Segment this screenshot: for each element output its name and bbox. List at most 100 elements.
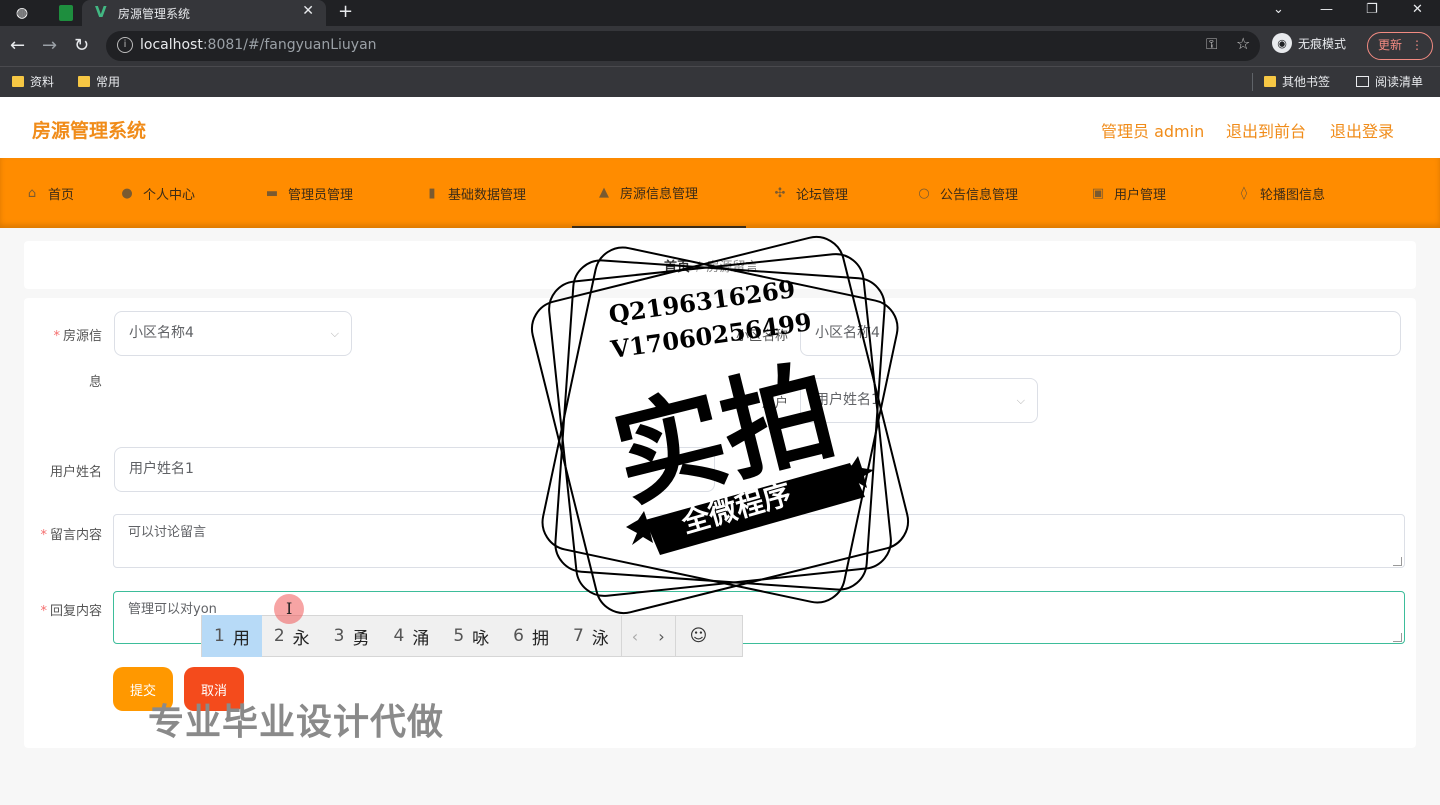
back-icon[interactable]: ← (10, 35, 25, 56)
url-text[interactable]: localhost:8081/#/fangyuanLiuyan (140, 37, 377, 53)
nav-item-notice[interactable]: ○ 公告信息管理 (916, 158, 1018, 228)
ime-candidate-char: 涌 (412, 628, 430, 649)
nav-label: 轮播图信息 (1260, 187, 1326, 203)
main-nav: ⌂ 首页 ● 个人中心 ▬ 管理员管理 ▮ 基础数据管理 ▲ 房源信息管理 ✣ … (0, 158, 1440, 228)
restore-icon[interactable]: ❐ (1366, 2, 1378, 17)
vue-logo-icon: V (95, 3, 107, 21)
user-name-label: 用户姓名 (49, 465, 102, 480)
menu-dots-icon: ⋮ (1411, 38, 1423, 52)
tab-search-chevron-icon[interactable]: ⌄ (1273, 2, 1284, 17)
nav-label: 管理员管理 (288, 187, 354, 203)
ime-candidate-number: 2 (273, 626, 285, 646)
ime-next-icon[interactable]: › (648, 627, 674, 646)
ime-candidate-char: 永 (292, 628, 310, 649)
label-text: 回复内容 (49, 604, 102, 619)
update-button[interactable]: 更新 ⋮ (1367, 32, 1433, 60)
bookmark-other[interactable]: 其他书签 (1264, 73, 1330, 90)
incognito-label: 无痕模式 (1298, 36, 1347, 51)
ime-candidate-number: 1 (214, 626, 225, 646)
logout-link[interactable]: 退出登录 (1330, 118, 1394, 142)
nav-item-basic-data[interactable]: ▮ 基础数据管理 (424, 158, 526, 228)
tab-title: 房源管理系统 (118, 7, 191, 21)
nav-label: 房源信息管理 (620, 186, 699, 202)
admin-link[interactable]: 管理员 admin (1101, 118, 1204, 142)
resize-handle-icon[interactable] (1393, 557, 1402, 566)
url-host: localhost (140, 37, 203, 53)
ime-candidate-char: 拥 (531, 628, 549, 649)
bar-icon: ▮ (428, 185, 436, 201)
house-info-label-wrap: 息 (88, 375, 102, 390)
nav-label: 公告信息管理 (940, 187, 1019, 203)
sheets-tab-icon[interactable] (56, 3, 76, 23)
nav-item-home[interactable]: ⌂ 首页 (24, 158, 74, 228)
address-bar[interactable]: i localhost:8081/#/fangyuanLiuyan ⚿ ☆ (106, 31, 1260, 61)
bottom-watermark: 专业毕业设计代做 (148, 702, 445, 743)
reading-list-icon (1356, 76, 1369, 87)
ime-candidate-char: 勇 (352, 628, 370, 649)
nav-item-users[interactable]: ▣ 用户管理 (1090, 158, 1166, 228)
folder-icon (78, 76, 90, 87)
folder-icon (1264, 76, 1276, 87)
incognito-indicator[interactable]: ◉ 无痕模式 (1272, 33, 1346, 53)
app-title: 房源管理系统 (32, 120, 147, 142)
nav-label: 基础数据管理 (448, 187, 527, 203)
update-label: 更新 (1378, 38, 1403, 52)
resize-handle-icon[interactable] (1393, 633, 1402, 642)
reading-list-label: 阅读清单 (1375, 75, 1424, 89)
reply-content-label: * 回复内容 (40, 604, 102, 619)
message-content-value: 可以讨论留言 (128, 525, 207, 540)
ime-candidate[interactable]: 1用 (202, 615, 262, 657)
ime-candidate-number: 3 (333, 626, 345, 646)
active-tab[interactable]: V 房源管理系统 ✕ (82, 0, 326, 26)
bookmark-changyong[interactable]: 常用 (78, 73, 120, 90)
minimize-icon[interactable]: — (1320, 2, 1333, 17)
nav-label: 用户管理 (1114, 187, 1167, 203)
bookmark-label: 其他书签 (1282, 75, 1331, 89)
chevron-down-icon: ⌵ (330, 327, 339, 340)
pin-icon: ◊ (1240, 185, 1248, 201)
url-path: :8081/#/fangyuanLiuyan (202, 37, 377, 53)
app-header: 房源管理系统 管理员 admin 退出到前台 退出登录 (0, 97, 1440, 158)
nav-item-admin[interactable]: ▬ 管理员管理 (264, 158, 353, 228)
house-info-select-value: 小区名称4 (129, 325, 194, 341)
ime-candidate-number: 4 (393, 626, 405, 646)
nav-label: 个人中心 (143, 187, 196, 203)
ime-candidate-char: 咏 (472, 628, 490, 649)
browser-tab-bar: ◍ V 房源管理系统 ✕ + ⌄ — ❐ ✕ (0, 0, 1440, 26)
key-icon[interactable]: ⚿ (1206, 35, 1217, 53)
ime-candidate[interactable]: 4涌 (381, 615, 441, 657)
house-info-select[interactable]: 小区名称4 ⌵ (114, 311, 352, 356)
incognito-icon: ◉ (1272, 33, 1292, 53)
site-info-icon[interactable]: i (117, 37, 133, 53)
bookmark-star-icon[interactable]: ☆ (1236, 34, 1250, 53)
forward-icon[interactable]: → (42, 35, 57, 56)
reading-list[interactable]: 阅读清单 (1356, 73, 1423, 90)
ime-candidate-number: 5 (453, 626, 465, 646)
ime-candidate-number: 6 (513, 626, 524, 646)
bookmark-label: 常用 (96, 75, 121, 89)
ime-candidate[interactable]: 5咏 (441, 615, 501, 657)
globe-icon[interactable]: ◍ (12, 3, 32, 23)
reload-icon[interactable]: ↻ (74, 35, 89, 56)
text-cursor-icon: I (286, 599, 293, 618)
user-name-value: 用户姓名1 (129, 461, 194, 477)
chevron-down-icon: ⌵ (1016, 394, 1025, 407)
circle-icon: ○ (918, 185, 930, 201)
nav-item-profile[interactable]: ● 个人中心 (119, 158, 195, 228)
new-tab-icon[interactable]: + (338, 1, 353, 22)
ime-candidate-char: 泳 (591, 628, 609, 649)
ime-candidate[interactable]: 3勇 (322, 615, 382, 657)
ime-candidate-char: 用 (232, 628, 250, 649)
window-close-icon[interactable]: ✕ (1412, 2, 1423, 17)
nav-item-carousel[interactable]: ◊ 轮播图信息 (1236, 158, 1325, 228)
nav-label: 论坛管理 (796, 187, 849, 203)
bookmark-label: 资料 (30, 75, 55, 89)
bookmark-ziliao[interactable]: 资料 (12, 73, 54, 90)
ime-candidate-number: 7 (572, 626, 584, 646)
nav-item-house-info[interactable]: ▲ 房源信息管理 (572, 158, 746, 228)
label-text: 留言内容 (49, 528, 102, 543)
message-content-label: * 留言内容 (40, 528, 102, 543)
nav-item-forum[interactable]: ✣ 论坛管理 (772, 158, 848, 228)
tab-close-icon[interactable]: ✕ (302, 3, 314, 19)
exit-to-front-link[interactable]: 退出到前台 (1226, 118, 1306, 142)
